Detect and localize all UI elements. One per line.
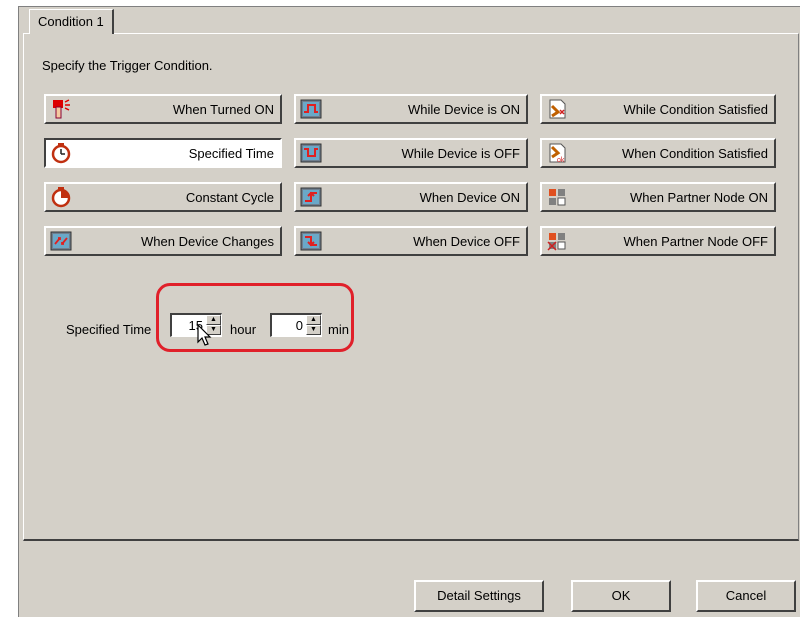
partner-node-off-icon	[546, 230, 568, 252]
trigger-label: While Device is OFF	[401, 145, 520, 161]
trigger-label: Specified Time	[188, 145, 274, 161]
trigger-label: When Condition Satisfied	[622, 145, 768, 161]
when-condition-satisfied-button[interactable]: ok When Condition Satisfied	[540, 138, 776, 168]
trigger-label: While Device is ON	[408, 101, 520, 117]
when-turned-on-button[interactable]: When Turned ON	[44, 94, 282, 124]
condition-icon	[546, 98, 568, 120]
trigger-label: When Turned ON	[172, 101, 274, 117]
ok-button[interactable]: OK	[571, 580, 671, 612]
trigger-label: Constant Cycle	[185, 189, 274, 205]
cycle-clock-icon	[50, 186, 72, 208]
detail-settings-button[interactable]: Detail Settings	[414, 580, 544, 612]
trigger-label: While Condition Satisfied	[623, 101, 768, 117]
highlight-outline	[156, 283, 354, 352]
constant-cycle-button[interactable]: Constant Cycle	[44, 182, 282, 212]
when-partner-node-off-button[interactable]: When Partner Node OFF	[540, 226, 776, 256]
partner-node-on-icon	[546, 186, 568, 208]
while-device-off-button[interactable]: While Device is OFF	[294, 138, 528, 168]
trigger-label: When Device OFF	[413, 233, 520, 249]
device-rise-icon	[300, 186, 322, 208]
cancel-button[interactable]: Cancel	[696, 580, 796, 612]
mouse-pointer-icon	[197, 323, 213, 351]
instruction-text: Specify the Trigger Condition.	[42, 58, 213, 73]
when-partner-node-on-button[interactable]: When Partner Node ON	[540, 182, 776, 212]
specified-time-label: Specified Time	[66, 322, 152, 337]
trigger-label: When Device ON	[419, 189, 520, 205]
trigger-label: When Device Changes	[141, 233, 274, 249]
device-change-icon	[50, 230, 72, 252]
while-device-on-button[interactable]: While Device is ON	[294, 94, 528, 124]
while-condition-satisfied-button[interactable]: While Condition Satisfied	[540, 94, 776, 124]
specified-time-button[interactable]: Specified Time	[44, 138, 282, 168]
device-on-icon	[300, 98, 322, 120]
trigger-label: When Partner Node OFF	[623, 233, 769, 249]
when-device-on-button[interactable]: When Device ON	[294, 182, 528, 212]
when-device-changes-button[interactable]: When Device Changes	[44, 226, 282, 256]
trigger-label: When Partner Node ON	[629, 189, 768, 205]
clock-icon	[50, 142, 72, 164]
hand-touch-icon	[50, 98, 72, 120]
condition-ok-icon: ok	[546, 142, 568, 164]
svg-text:ok: ok	[557, 157, 565, 164]
device-fall-icon	[300, 230, 322, 252]
when-device-off-button[interactable]: When Device OFF	[294, 226, 528, 256]
device-off-icon	[300, 142, 322, 164]
tab-condition-1[interactable]: Condition 1	[29, 9, 114, 34]
trigger-dialog: Condition 1 Specify the Trigger Conditio…	[18, 6, 800, 617]
condition-panel: Specify the Trigger Condition. When Turn…	[23, 33, 799, 541]
